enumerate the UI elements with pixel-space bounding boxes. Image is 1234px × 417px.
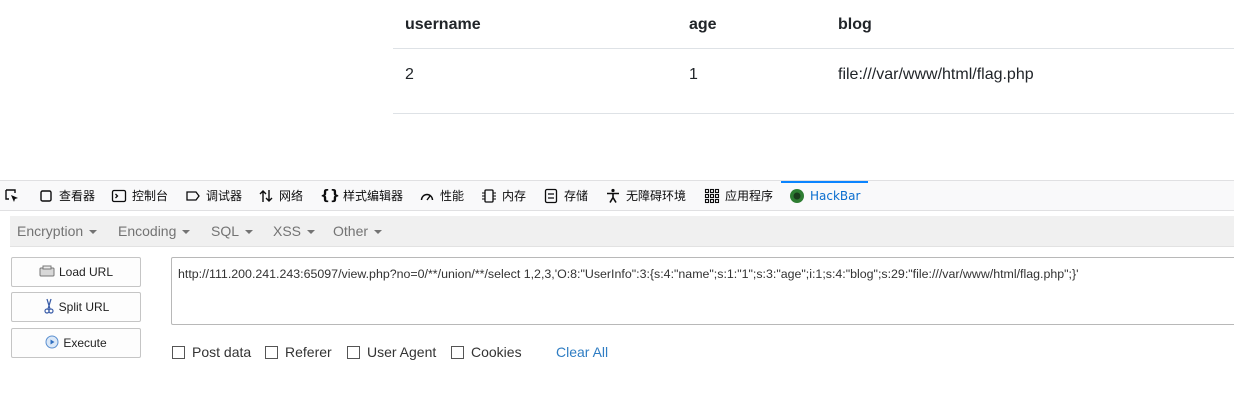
cookies-option[interactable]: Cookies [451, 344, 522, 360]
hackbar-icon [789, 188, 805, 204]
chevron-down-icon [307, 230, 316, 235]
tab-label: HackBar [810, 188, 861, 203]
tab-network[interactable]: 网络 [258, 181, 303, 210]
menu-encryption[interactable]: Encryption [17, 216, 98, 246]
tab-accessibility[interactable]: 无障碍环境 [605, 181, 686, 210]
tab-label: 网络 [279, 189, 304, 203]
tab-storage[interactable]: 存储 [543, 181, 588, 210]
inspector-icon [38, 188, 54, 204]
tab-style-editor[interactable]: {} 样式编辑器 [320, 181, 403, 210]
column-header-blog: blog [838, 16, 872, 33]
style-editor-icon: {} [320, 187, 340, 204]
table-header-row: username age blog [393, 0, 1234, 49]
clear-all-link[interactable]: Clear All [556, 344, 608, 360]
chevron-down-icon [182, 230, 191, 235]
post-data-checkbox[interactable] [172, 345, 185, 359]
chevron-down-icon [89, 230, 98, 235]
tab-inspector[interactable]: 查看器 [38, 181, 95, 210]
user-agent-label: User Agent [367, 344, 437, 360]
user-table: username age blog 2 1 file:///var/www/ht… [393, 0, 1234, 114]
menu-sql[interactable]: SQL [211, 216, 254, 246]
menu-other[interactable]: Other [333, 216, 383, 246]
url-textarea[interactable]: http://111.200.241.243:65097/view.php?no… [171, 257, 1234, 325]
load-url-label: Load URL [58, 265, 114, 279]
tab-label: 应用程序 [725, 189, 774, 203]
tab-console[interactable]: 控制台 [111, 181, 168, 210]
tab-hackbar[interactable]: HackBar [780, 181, 869, 210]
user-agent-checkbox[interactable] [347, 345, 360, 359]
post-data-label: Post data [192, 344, 252, 360]
menu-encoding[interactable]: Encoding [118, 216, 191, 246]
devtools-panel: 查看器 控制台 调试器 网络 {} 样式编辑器 性能 内存 存储 无障碍环境 应… [0, 180, 1234, 417]
application-icon [704, 188, 720, 204]
referer-checkbox[interactable] [265, 345, 278, 359]
tab-memory[interactable]: 内存 [481, 181, 526, 210]
tab-label: 存储 [564, 189, 589, 203]
tab-label: 性能 [440, 189, 465, 203]
cookies-checkbox[interactable] [451, 345, 464, 359]
execute-button[interactable]: Execute [11, 328, 141, 358]
menu-label: XSS [273, 223, 302, 239]
tab-application[interactable]: 应用程序 [704, 181, 773, 210]
performance-icon [419, 188, 435, 204]
network-icon [258, 188, 274, 204]
referer-option[interactable]: Referer [265, 344, 332, 360]
tab-label: 查看器 [59, 189, 96, 203]
memory-icon [481, 188, 497, 204]
menu-label: Encoding [118, 223, 177, 239]
chevron-down-icon [374, 230, 383, 235]
cell-blog: file:///var/www/html/flag.php [838, 66, 1034, 83]
menu-xss[interactable]: XSS [273, 216, 316, 246]
tab-performance[interactable]: 性能 [419, 181, 464, 210]
tab-label: 无障碍环境 [626, 189, 687, 203]
tab-label: 调试器 [206, 189, 243, 203]
tab-label: 内存 [502, 189, 527, 203]
pick-element-icon [4, 188, 20, 204]
debugger-icon [185, 188, 201, 204]
menu-label: Other [333, 223, 369, 239]
storage-icon [543, 188, 559, 204]
accessibility-icon [605, 188, 621, 204]
chevron-down-icon [245, 230, 254, 235]
load-url-button[interactable]: Load URL [11, 257, 141, 287]
column-header-age: age [689, 16, 717, 33]
column-header-username: username [405, 16, 481, 33]
menu-label: SQL [211, 223, 240, 239]
referer-label: Referer [285, 344, 332, 360]
split-url-button[interactable]: Split URL [11, 292, 141, 322]
user-agent-option[interactable]: User Agent [347, 344, 436, 360]
hackbar-menu-bar: Encryption Encoding SQL XSS Other [10, 216, 1234, 247]
cookies-label: Cookies [471, 344, 522, 360]
tab-pick-element[interactable] [4, 181, 20, 210]
devtools-tab-bar: 查看器 控制台 调试器 网络 {} 样式编辑器 性能 内存 存储 无障碍环境 应… [0, 180, 1234, 211]
table-row: 2 1 file:///var/www/html/flag.php [393, 49, 1234, 114]
console-icon [111, 188, 127, 204]
scissors-icon [43, 298, 55, 317]
tab-label: 样式编辑器 [343, 189, 404, 203]
tab-debugger[interactable]: 调试器 [185, 181, 242, 210]
menu-label: Encryption [17, 223, 84, 239]
execute-label: Execute [63, 336, 107, 350]
load-url-icon [39, 265, 55, 280]
cell-username: 2 [405, 66, 414, 83]
play-icon [45, 335, 59, 352]
post-data-option[interactable]: Post data [172, 344, 251, 360]
cell-age: 1 [689, 66, 698, 83]
tab-label: 控制台 [132, 189, 169, 203]
split-url-label: Split URL [58, 300, 110, 314]
